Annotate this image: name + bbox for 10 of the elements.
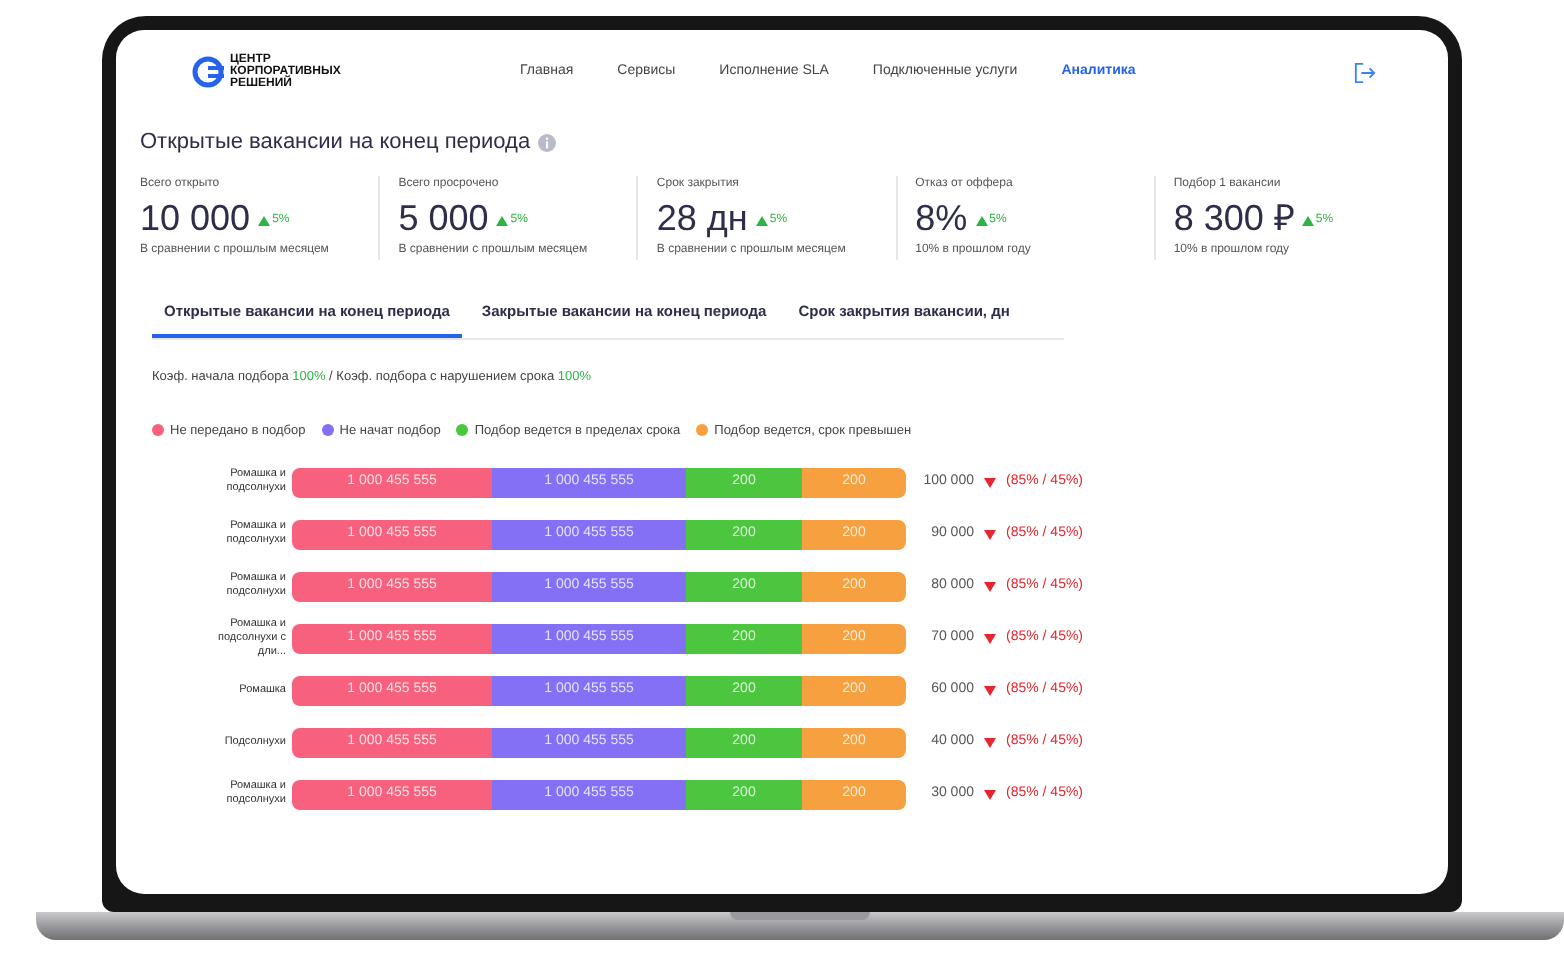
stat-value: 10 000	[140, 195, 251, 239]
stat-value: 5 000	[398, 195, 489, 239]
page-title: Открытые вакансии на конец периода	[140, 128, 531, 158]
stat-value: 28 дн	[656, 195, 748, 239]
logo-icon	[192, 56, 224, 88]
stat-value: 8%	[915, 195, 968, 239]
info-icon[interactable]	[538, 133, 557, 152]
stat-value: 8 300 ₽	[1173, 195, 1294, 239]
logout-icon[interactable]	[1354, 61, 1376, 83]
laptop-notch	[730, 912, 870, 920]
